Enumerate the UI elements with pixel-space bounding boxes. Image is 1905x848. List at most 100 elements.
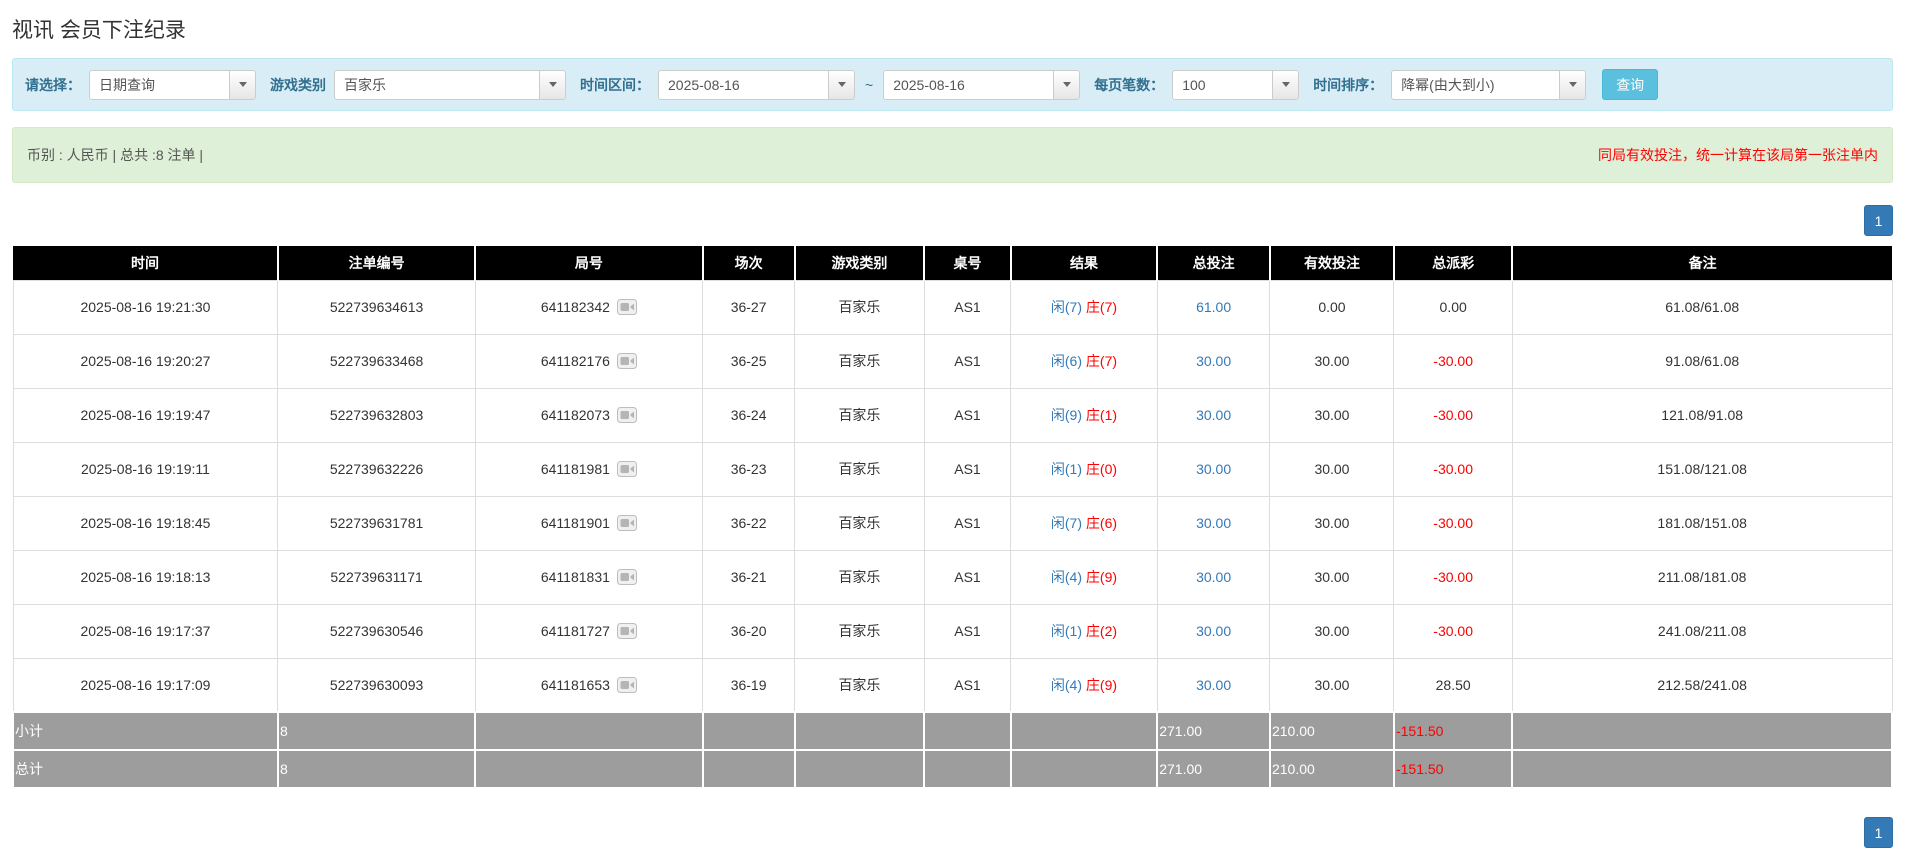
- cell-time: 2025-08-16 19:19:11: [13, 442, 278, 496]
- replay-video-button[interactable]: [617, 623, 637, 639]
- result-player: 闲(4): [1051, 677, 1082, 693]
- page-size-combo: [1172, 70, 1299, 100]
- total-bet-link[interactable]: 30.00: [1196, 461, 1231, 477]
- result-banker: 庄(7): [1086, 353, 1117, 369]
- game-type-input[interactable]: [334, 70, 539, 100]
- column-header: 有效投注: [1270, 246, 1394, 280]
- replay-video-button[interactable]: [617, 515, 637, 531]
- empty-cell: [924, 750, 1010, 788]
- empty-cell: [475, 712, 702, 750]
- replay-video-button[interactable]: [617, 299, 637, 315]
- date-to-input[interactable]: [883, 70, 1053, 100]
- bottom-pagination: 1: [12, 817, 1893, 848]
- total-total-bet: 271.00: [1157, 750, 1270, 788]
- page-size-dropdown-button[interactable]: [1272, 70, 1299, 100]
- cell-game-type: 百家乐: [795, 388, 925, 442]
- replay-video-icon: [617, 353, 637, 369]
- replay-video-button[interactable]: [617, 677, 637, 693]
- result-banker: 庄(9): [1086, 677, 1117, 693]
- cell-round-id: 641182342: [475, 280, 702, 334]
- subtotal-label: 小计: [13, 712, 278, 750]
- cell-bet-id: 522739632803: [278, 388, 475, 442]
- cell-session: 36-23: [703, 442, 795, 496]
- page-1-button[interactable]: 1: [1864, 817, 1893, 848]
- table-row: 2025-08-16 19:21:30522739634613641182342…: [13, 280, 1892, 334]
- column-header: 桌号: [924, 246, 1010, 280]
- empty-cell: [703, 712, 795, 750]
- sort-order-input[interactable]: [1391, 70, 1559, 100]
- betting-records-table: 时间注单编号局号场次游戏类别桌号结果总投注有效投注总派彩备注 2025-08-1…: [12, 246, 1893, 789]
- total-bet-link[interactable]: 61.00: [1196, 299, 1231, 315]
- total-bet-link[interactable]: 30.00: [1196, 407, 1231, 423]
- cell-round-id: 641182073: [475, 388, 702, 442]
- result-banker: 庄(6): [1086, 515, 1117, 531]
- total-bet-link[interactable]: 30.00: [1196, 353, 1231, 369]
- empty-cell: [1512, 750, 1892, 788]
- cell-table-no: AS1: [924, 334, 1010, 388]
- cell-remark: 241.08/211.08: [1512, 604, 1892, 658]
- cell-session: 36-19: [703, 658, 795, 712]
- replay-video-icon: [617, 461, 637, 477]
- sort-order-dropdown-button[interactable]: [1559, 70, 1586, 100]
- date-from-input[interactable]: [658, 70, 828, 100]
- query-type-input[interactable]: [89, 70, 229, 100]
- total-bet-link[interactable]: 30.00: [1196, 569, 1231, 585]
- replay-video-button[interactable]: [617, 353, 637, 369]
- column-header: 场次: [703, 246, 795, 280]
- page-size-label: 每页笔数：: [1094, 75, 1164, 95]
- total-bet-link[interactable]: 30.00: [1196, 515, 1231, 531]
- cell-session: 36-27: [703, 280, 795, 334]
- cell-payout: -30.00: [1394, 604, 1512, 658]
- cell-table-no: AS1: [924, 388, 1010, 442]
- cell-game-type: 百家乐: [795, 334, 925, 388]
- empty-cell: [795, 750, 925, 788]
- page-size-input[interactable]: [1172, 70, 1272, 100]
- table-row: 2025-08-16 19:18:13522739631171641181831…: [13, 550, 1892, 604]
- result-player: 闲(6): [1051, 353, 1082, 369]
- cell-time: 2025-08-16 19:19:47: [13, 388, 278, 442]
- result-banker: 庄(9): [1086, 569, 1117, 585]
- cell-result: 闲(4) 庄(9): [1011, 658, 1158, 712]
- cell-game-type: 百家乐: [795, 604, 925, 658]
- chevron-down-icon: [1063, 82, 1071, 87]
- round-id-text: 641181901: [541, 515, 610, 531]
- cell-result: 闲(9) 庄(1): [1011, 388, 1158, 442]
- total-label: 总计: [13, 750, 278, 788]
- result-banker: 庄(1): [1086, 407, 1117, 423]
- cell-total-bet: 30.00: [1157, 442, 1270, 496]
- cell-valid-bet: 30.00: [1270, 604, 1394, 658]
- replay-video-button[interactable]: [617, 461, 637, 477]
- empty-cell: [1011, 750, 1158, 788]
- total-count: 8: [278, 750, 475, 788]
- game-type-label: 游戏类别: [270, 75, 326, 95]
- cell-remark: 181.08/151.08: [1512, 496, 1892, 550]
- chevron-down-icon: [239, 82, 247, 87]
- search-button[interactable]: 查询: [1602, 69, 1658, 100]
- chevron-down-icon: [549, 82, 557, 87]
- result-banker: 庄(0): [1086, 461, 1117, 477]
- column-header: 备注: [1512, 246, 1892, 280]
- date-to-dropdown-button[interactable]: [1053, 70, 1080, 100]
- cell-remark: 91.08/61.08: [1512, 334, 1892, 388]
- cell-payout: -30.00: [1394, 388, 1512, 442]
- cell-session: 36-21: [703, 550, 795, 604]
- cell-bet-id: 522739631171: [278, 550, 475, 604]
- cell-result: 闲(7) 庄(7): [1011, 280, 1158, 334]
- date-to-combo: [883, 70, 1080, 100]
- replay-video-button[interactable]: [617, 407, 637, 423]
- column-header: 游戏类别: [795, 246, 925, 280]
- table-header-row: 时间注单编号局号场次游戏类别桌号结果总投注有效投注总派彩备注: [13, 246, 1892, 280]
- total-bet-link[interactable]: 30.00: [1196, 677, 1231, 693]
- result-banker: 庄(7): [1086, 299, 1117, 315]
- total-bet-link[interactable]: 30.00: [1196, 623, 1231, 639]
- cell-session: 36-24: [703, 388, 795, 442]
- date-from-dropdown-button[interactable]: [828, 70, 855, 100]
- query-type-dropdown-button[interactable]: [229, 70, 256, 100]
- page-1-button[interactable]: 1: [1864, 205, 1893, 236]
- cell-bet-id: 522739631781: [278, 496, 475, 550]
- empty-cell: [924, 712, 1010, 750]
- cell-payout: -30.00: [1394, 442, 1512, 496]
- replay-video-button[interactable]: [617, 569, 637, 585]
- cell-remark: 151.08/121.08: [1512, 442, 1892, 496]
- game-type-dropdown-button[interactable]: [539, 70, 566, 100]
